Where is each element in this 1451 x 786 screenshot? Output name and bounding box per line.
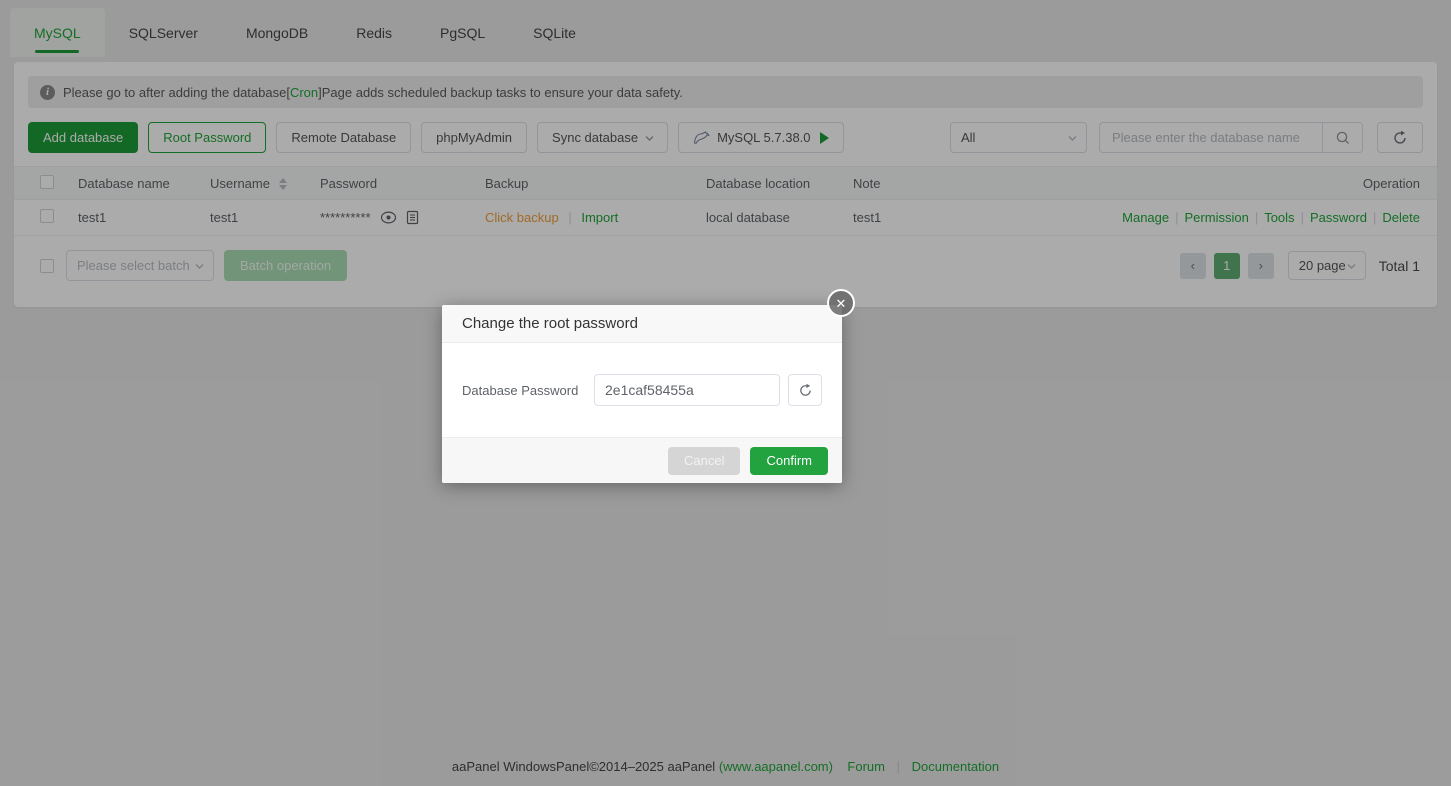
database-password-input[interactable] [594, 374, 780, 406]
close-dialog-button[interactable]: ✕ [827, 289, 855, 317]
database-password-label: Database Password [462, 383, 594, 398]
cancel-button[interactable]: Cancel [668, 447, 740, 475]
close-icon: ✕ [836, 297, 847, 310]
dialog-body: Database Password [442, 343, 842, 437]
dialog-title: Change the root password [442, 305, 842, 343]
regenerate-password-button[interactable] [788, 374, 822, 406]
change-root-password-dialog: ✕ Change the root password Database Pass… [442, 305, 842, 483]
refresh-icon [798, 383, 813, 398]
confirm-button[interactable]: Confirm [750, 447, 828, 475]
dialog-footer: Cancel Confirm [442, 437, 842, 483]
